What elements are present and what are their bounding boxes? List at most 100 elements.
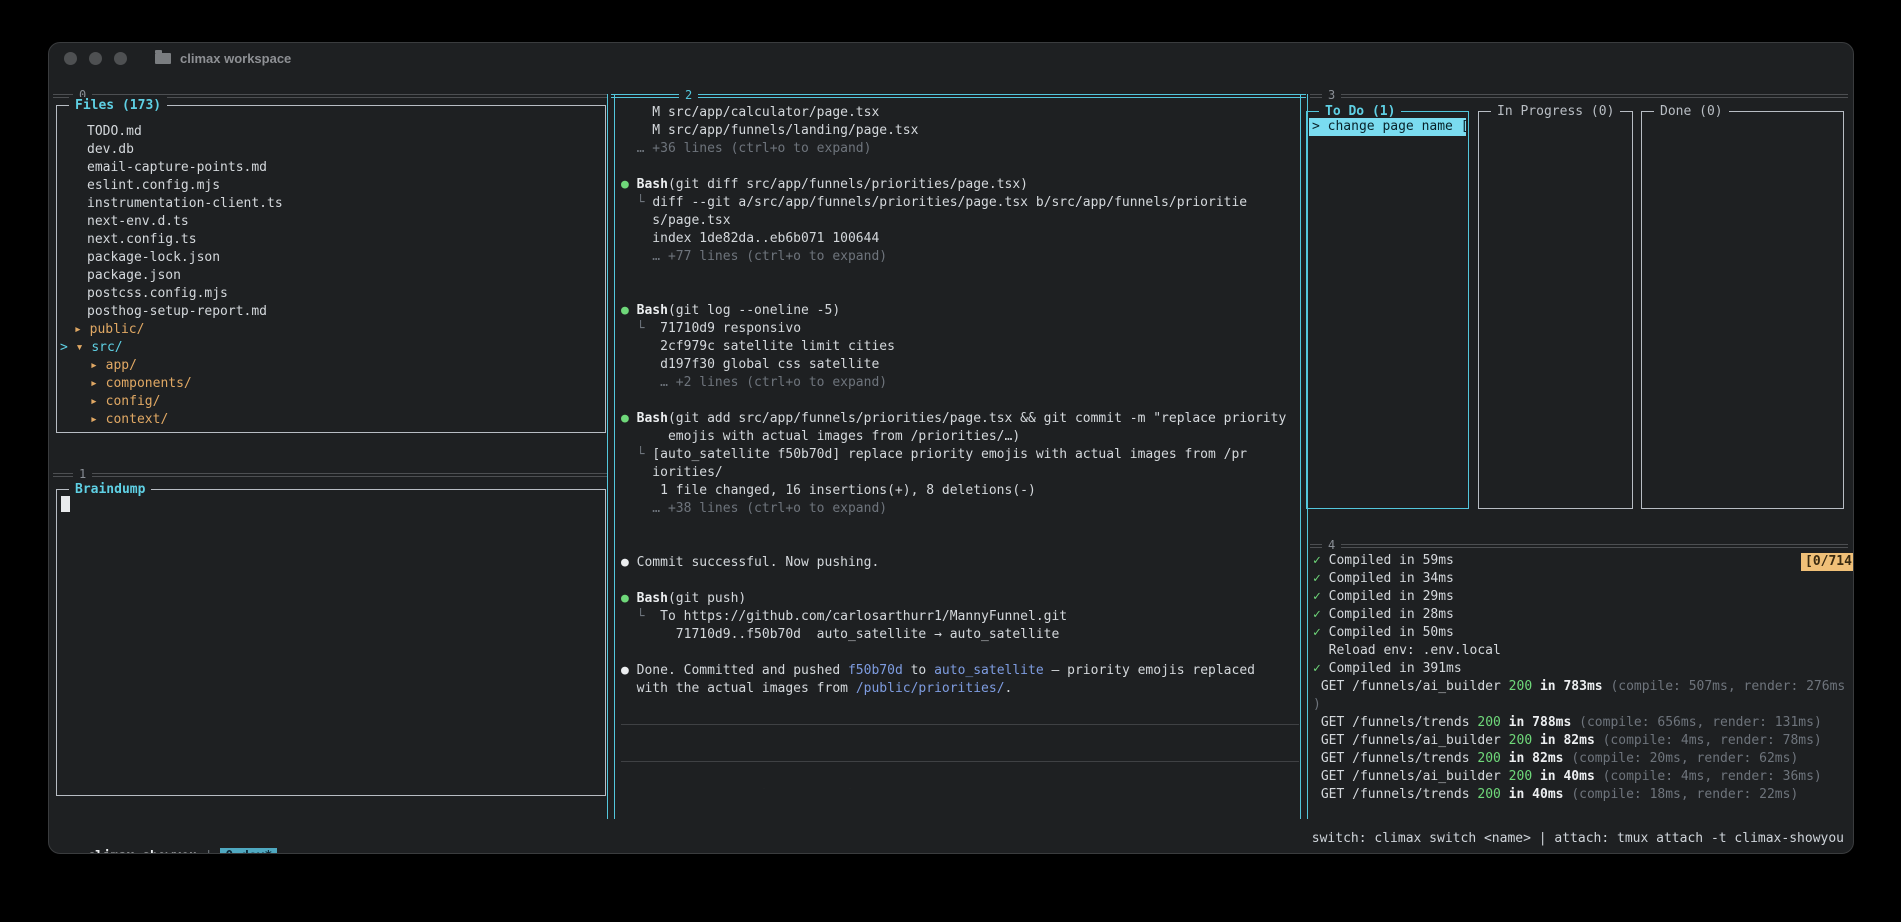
kanban-column-done: Done (0) (1641, 111, 1844, 509)
terminal-line: emojis with actual images from /prioriti… (621, 428, 1299, 446)
file-tree-item[interactable]: eslint.config.mjs (57, 177, 604, 195)
terminal-line: … +2 lines (ctrl+o to expand) (621, 374, 1299, 392)
braindump-panel[interactable]: Braindump (56, 489, 606, 796)
files-hintbar: FILES jk: navigate | Enter: open | e: ed… (56, 445, 606, 463)
file-tree-item[interactable]: postcss.config.mjs (57, 285, 604, 303)
terminal-line: └ 71710d9 responsivo (621, 320, 1299, 338)
file-tree-item[interactable]: dev.db (57, 141, 604, 159)
terminal-line: GET /funnels/trends 200 in 40ms (compile… (1313, 786, 1848, 804)
terminal-line: … +36 lines (ctrl+o to expand) (621, 140, 1299, 158)
file-tree-item[interactable]: package-lock.json (57, 249, 604, 267)
pane-divider-4[interactable]: 4 (1310, 544, 1848, 548)
claude-session-output: M src/app/calculator/page.tsx M src/app/… (621, 104, 1299, 698)
text-cursor (61, 496, 70, 512)
file-tree-item[interactable]: TODO.md (57, 123, 604, 141)
terminal-line: ● Bash(git add src/app/funnels/prioritie… (621, 410, 1299, 428)
file-tree-item[interactable]: ▸ app/ (57, 357, 604, 375)
terminal-line: M src/app/funnels/landing/page.tsx (621, 122, 1299, 140)
dev-server-log: ✓ Compiled in 59ms✓ Compiled in 34ms✓ Co… (1313, 552, 1848, 804)
terminal-window: climax workspace 0 2 3 1 4 Files (173) T… (48, 42, 1854, 854)
files-panel-title: Files (173) (69, 97, 167, 115)
terminal-line: ● Commit successful. Now pushing. (621, 554, 1299, 572)
context-usage-badge: [0/714] (1801, 553, 1854, 571)
pane-number-2: 2 (679, 87, 698, 103)
window-tab-dev[interactable]: 0:dev* (220, 848, 277, 854)
braindump-hintbar: BRAINDUMP Type to write | Tab: preview |… (56, 813, 606, 831)
terminal-line: ● Done. Committed and pushed f50b70d to … (621, 662, 1299, 680)
pane-number-1: 1 (73, 466, 92, 482)
terminal-line: ) (1313, 696, 1848, 714)
terminal-line (621, 644, 1299, 662)
terminal-line: … +38 lines (ctrl+o to expand) (621, 500, 1299, 518)
pane-divider-1[interactable]: 1 (53, 473, 607, 477)
collapsed-arrow-icon: ▸ (57, 394, 106, 409)
tmux-status-right: switch: climax switch <name> | attach: t… (1312, 830, 1844, 848)
vertical-pane-border-left[interactable] (607, 94, 615, 819)
tmux-status-left: climax-showyou | 0:dev* (56, 830, 277, 848)
permissions-mode-line: ▶▶ bypass permissions on (shift+tab to c… (627, 789, 1297, 807)
maximize-button[interactable] (114, 52, 127, 65)
terminal-line: GET /funnels/ai_builder 200 in 783ms (co… (1313, 678, 1848, 696)
terminal-line: ✓ Compiled in 34ms (1313, 570, 1848, 588)
kanban-column-inprogress: In Progress (0) (1478, 111, 1633, 509)
file-tree-item[interactable]: instrumentation-client.ts (57, 195, 604, 213)
terminal-line (621, 158, 1299, 176)
braindump-panel-title: Braindump (69, 481, 151, 499)
titlebar: climax workspace (49, 43, 1853, 73)
terminal-line: GET /funnels/trends 200 in 82ms (compile… (1313, 750, 1848, 768)
kanban-hintbar: KANBAN hjkl: navigate | n: new | e: edit… (1310, 515, 1848, 533)
expanded-arrow-icon: ▾ (76, 340, 92, 355)
terminal-line: 2cf979c satellite limit cities (621, 338, 1299, 356)
pane-divider-2[interactable]: 2 (611, 94, 1306, 98)
terminal-line: ● Bash(git push) (621, 590, 1299, 608)
terminal-line: ✓ Compiled in 59ms (1313, 552, 1848, 570)
terminal-line: GET /funnels/trends 200 in 788ms (compil… (1313, 714, 1848, 732)
file-tree-item[interactable]: package.json (57, 267, 604, 285)
terminal-line: └ To https://github.com/carlosarthurr1/M… (621, 608, 1299, 626)
input-separator-top (621, 724, 1299, 725)
kanban-column-todo: To Do (1) > change page name [0 (1306, 111, 1469, 509)
file-tree-item[interactable]: > ▾ src/ (57, 339, 604, 357)
collapsed-arrow-icon: ▸ (57, 412, 106, 427)
claude-input[interactable]: > check it on the browser (627, 734, 1297, 752)
file-tree-item[interactable]: ▸ public/ (57, 321, 604, 339)
terminal-line (621, 284, 1299, 302)
session-name: climax-showyou (87, 849, 197, 854)
terminal-line: ✓ Compiled in 391ms (1313, 660, 1848, 678)
pane-number-4: 4 (1322, 537, 1341, 553)
file-tree-item[interactable]: next-env.d.ts (57, 213, 604, 231)
pane-divider-3[interactable]: 3 (1310, 94, 1848, 98)
collapsed-arrow-icon: ▸ (57, 376, 106, 391)
terminal-line (621, 518, 1299, 536)
terminal-line (621, 536, 1299, 554)
terminal-line: ✓ Compiled in 29ms (1313, 588, 1848, 606)
kanban-card[interactable]: > change page name [0 (1309, 118, 1466, 136)
files-panel: Files (173) TODO.mddev.dbemail-capture-p… (56, 105, 606, 433)
file-tree-item[interactable]: email-capture-points.md (57, 159, 604, 177)
terminal-line: └ [auto_satellite f50b70d] replace prior… (621, 446, 1299, 464)
terminal-line (621, 572, 1299, 590)
file-tree-item[interactable]: ▸ context/ (57, 411, 604, 429)
file-tree: TODO.mddev.dbemail-capture-points.mdesli… (57, 123, 604, 429)
terminal-line (621, 266, 1299, 284)
file-tree-item[interactable]: next.config.ts (57, 231, 604, 249)
terminal-line: d197f30 global css satellite (621, 356, 1299, 374)
window-title: climax workspace (180, 51, 291, 66)
terminal-line: ✓ Compiled in 50ms (1313, 624, 1848, 642)
terminal-line: 71710d9..f50b70d auto_satellite → auto_s… (621, 626, 1299, 644)
collapsed-arrow-icon: ▸ (57, 322, 90, 337)
file-tree-item[interactable]: ▸ components/ (57, 375, 604, 393)
terminal-line (621, 392, 1299, 410)
close-button[interactable] (64, 52, 77, 65)
file-tree-item[interactable]: ▸ config/ (57, 393, 604, 411)
minimize-button[interactable] (89, 52, 102, 65)
pane-number-3: 3 (1322, 87, 1341, 103)
terminal-line: … +77 lines (ctrl+o to expand) (621, 248, 1299, 266)
terminal-line: index 1de82da..eb6b071 100644 (621, 230, 1299, 248)
terminal-line: GET /funnels/ai_builder 200 in 40ms (com… (1313, 768, 1848, 786)
collapsed-arrow-icon: ▸ (57, 358, 106, 373)
terminal-line: s/page.tsx (621, 212, 1299, 230)
terminal-line: ● Bash(git log --oneline -5) (621, 302, 1299, 320)
file-tree-item[interactable]: posthog-setup-report.md (57, 303, 604, 321)
input-separator-bottom (621, 761, 1299, 762)
